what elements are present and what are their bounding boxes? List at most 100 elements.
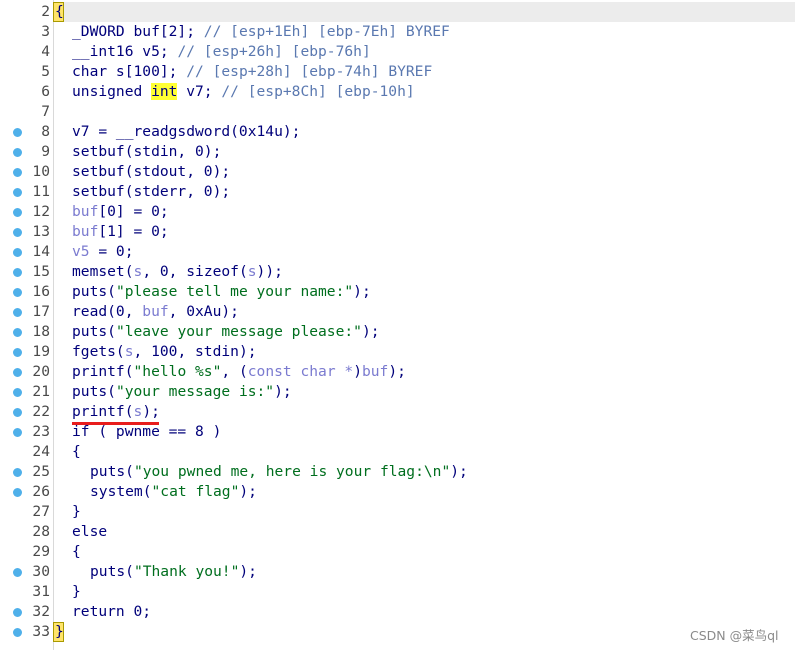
code-line[interactable]: 21 puts("your message is:"); bbox=[0, 382, 795, 402]
line-number: 29 bbox=[32, 543, 50, 560]
breakpoint-dot-icon[interactable] bbox=[13, 468, 22, 477]
code-token: "cat flag" bbox=[151, 483, 240, 500]
breakpoint-dot-icon[interactable] bbox=[13, 248, 22, 257]
breakpoint-dot-icon[interactable] bbox=[13, 128, 22, 137]
code-token: _DWORD buf[2]; bbox=[72, 23, 204, 40]
breakpoint-dot-icon[interactable] bbox=[13, 348, 22, 357]
breakpoint-dot-icon[interactable] bbox=[13, 328, 22, 337]
pseudocode-editor[interactable]: 2{3 _DWORD buf[2]; // [esp+1Eh] [ebp-7Eh]… bbox=[0, 0, 795, 650]
code-line[interactable]: 13 buf[1] = 0; bbox=[0, 222, 795, 242]
line-number: 25 bbox=[32, 463, 50, 480]
open-brace-match: { bbox=[53, 2, 64, 22]
code-line[interactable]: 6 unsigned int v7; // [esp+8Ch] [ebp-10h] bbox=[0, 82, 795, 102]
breakpoint-dot-icon[interactable] bbox=[13, 148, 22, 157]
code-token: memset( bbox=[72, 263, 134, 280]
line-number: 5 bbox=[41, 63, 50, 80]
line-number: 15 bbox=[32, 263, 50, 280]
breakpoint-dot-icon[interactable] bbox=[13, 408, 22, 417]
code-text: puts("please tell me your name:"); bbox=[72, 282, 371, 302]
code-line[interactable]: 5 char s[100]; // [esp+28h] [ebp-74h] BYR… bbox=[0, 62, 795, 82]
line-number: 21 bbox=[32, 383, 50, 400]
breakpoint-dot-icon[interactable] bbox=[13, 568, 22, 577]
red-annotation-underline bbox=[72, 422, 159, 425]
code-text: puts("leave your message please:"); bbox=[72, 322, 380, 342]
code-token: // [esp+26h] [ebp-76h] bbox=[177, 43, 371, 60]
code-token: = 0; bbox=[89, 243, 134, 260]
code-token: buf bbox=[142, 303, 169, 320]
code-line[interactable]: 22 printf(s); bbox=[0, 402, 795, 422]
code-token: ); bbox=[450, 463, 468, 480]
code-text: } bbox=[72, 582, 81, 602]
code-line[interactable]: 10 setbuf(stdout, 0); bbox=[0, 162, 795, 182]
code-line[interactable]: 15 memset(s, 0, sizeof(s)); bbox=[0, 262, 795, 282]
code-token: unsigned bbox=[72, 83, 152, 100]
line-number: 17 bbox=[32, 303, 50, 320]
code-text: printf(s); bbox=[72, 402, 160, 422]
code-line[interactable]: 25 puts("you pwned me, here is your flag:… bbox=[0, 462, 795, 482]
code-line[interactable]: 19 fgets(s, 100, stdin); bbox=[0, 342, 795, 362]
code-line[interactable]: 24 { bbox=[0, 442, 795, 462]
code-line[interactable]: 14 v5 = 0; bbox=[0, 242, 795, 262]
line-number: 14 bbox=[32, 243, 50, 260]
breakpoint-dot-icon[interactable] bbox=[13, 308, 22, 317]
breakpoint-dot-icon[interactable] bbox=[13, 288, 22, 297]
code-token: s bbox=[133, 403, 143, 420]
code-token: , 0xAu); bbox=[168, 303, 239, 320]
breakpoint-dot-icon[interactable] bbox=[13, 228, 22, 237]
breakpoint-dot-icon[interactable] bbox=[13, 188, 22, 197]
code-text: { bbox=[72, 542, 81, 562]
code-line[interactable]: 11 setbuf(stderr, 0); bbox=[0, 182, 795, 202]
code-token: system( bbox=[90, 483, 152, 500]
code-line[interactable]: 33} bbox=[0, 622, 795, 642]
code-line[interactable]: 16 puts("please tell me your name:"); bbox=[0, 282, 795, 302]
code-token: printf( bbox=[72, 403, 134, 420]
code-line[interactable]: 30 puts("Thank you!"); bbox=[0, 562, 795, 582]
code-text: if ( pwnme == 8 ) bbox=[72, 422, 221, 442]
breakpoint-dot-icon[interactable] bbox=[13, 208, 22, 217]
code-token: __int16 v5; bbox=[72, 43, 178, 60]
breakpoint-dot-icon[interactable] bbox=[13, 168, 22, 177]
breakpoint-dot-icon[interactable] bbox=[13, 268, 22, 277]
code-token: char s[100]; bbox=[72, 63, 187, 80]
code-line[interactable]: 18 puts("leave your message please:"); bbox=[0, 322, 795, 342]
code-token: { bbox=[72, 443, 81, 460]
code-line[interactable]: 32 return 0; bbox=[0, 602, 795, 622]
code-line[interactable]: 28 else bbox=[0, 522, 795, 542]
code-text: buf[1] = 0; bbox=[72, 222, 169, 242]
code-token: ); bbox=[353, 283, 371, 300]
code-text: printf("hello %s", (const char *)buf); bbox=[72, 362, 406, 382]
code-line[interactable]: 27} bbox=[0, 502, 795, 522]
line-number: 2 bbox=[41, 3, 50, 20]
code-line[interactable]: 7 bbox=[0, 102, 795, 122]
breakpoint-dot-icon[interactable] bbox=[13, 428, 22, 437]
code-line[interactable]: 3 _DWORD buf[2]; // [esp+1Eh] [ebp-7Eh] B… bbox=[0, 22, 795, 42]
line-number: 31 bbox=[32, 583, 50, 600]
breakpoint-dot-icon[interactable] bbox=[13, 488, 22, 497]
code-token: s bbox=[124, 343, 134, 360]
breakpoint-dot-icon[interactable] bbox=[13, 608, 22, 617]
code-line[interactable]: 17 read(0, buf, 0xAu); bbox=[0, 302, 795, 322]
code-line[interactable]: 23 if ( pwnme == 8 ) bbox=[0, 422, 795, 442]
code-line[interactable]: 9 setbuf(stdin, 0); bbox=[0, 142, 795, 162]
code-line[interactable]: 31} bbox=[0, 582, 795, 602]
code-line[interactable]: 2{ bbox=[0, 2, 795, 22]
code-line[interactable]: 8 v7 = __readgsdword(0x14u); bbox=[0, 122, 795, 142]
line-number: 11 bbox=[32, 183, 50, 200]
line-number: 12 bbox=[32, 203, 50, 220]
code-token: else bbox=[72, 523, 108, 540]
code-token: )); bbox=[256, 263, 283, 280]
code-text: system("cat flag"); bbox=[90, 482, 257, 502]
code-token: setbuf(stderr, 0); bbox=[72, 183, 231, 200]
breakpoint-dot-icon[interactable] bbox=[13, 628, 22, 637]
breakpoint-dot-icon[interactable] bbox=[13, 388, 22, 397]
line-number: 22 bbox=[32, 403, 50, 420]
code-line[interactable]: 12 buf[0] = 0; bbox=[0, 202, 795, 222]
line-number: 27 bbox=[32, 503, 50, 520]
code-text: else bbox=[72, 522, 107, 542]
code-line[interactable]: 26 system("cat flag"); bbox=[0, 482, 795, 502]
code-line[interactable]: 20 printf("hello %s", (const char *)buf); bbox=[0, 362, 795, 382]
code-token: setbuf(stdin, 0); bbox=[72, 143, 222, 160]
breakpoint-dot-icon[interactable] bbox=[13, 368, 22, 377]
code-line[interactable]: 4 __int16 v5; // [esp+26h] [ebp-76h] bbox=[0, 42, 795, 62]
code-line[interactable]: 29 { bbox=[0, 542, 795, 562]
